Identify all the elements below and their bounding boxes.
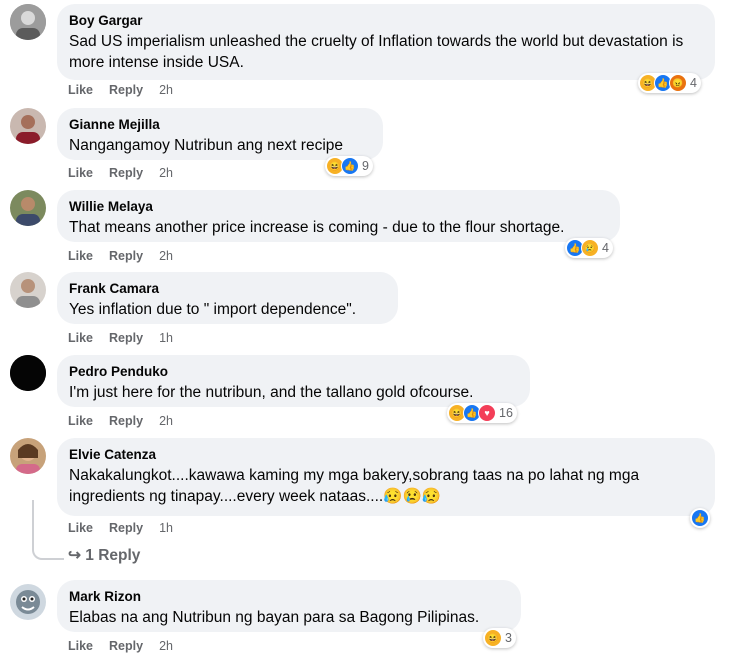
reply-button[interactable]: Reply	[109, 414, 143, 428]
avatar-image	[10, 438, 46, 474]
love-reaction-icon: ♥	[478, 404, 496, 422]
comment-bubble: Gianne Mejilla Nangangamoy Nutribun ang …	[57, 108, 383, 160]
reaction-count: 4	[690, 76, 697, 90]
comment-actions: Like Reply 2h	[68, 414, 173, 428]
commenter-name[interactable]: Pedro Penduko	[69, 363, 518, 380]
timestamp[interactable]: 2h	[159, 414, 173, 428]
avatar-image	[10, 190, 46, 226]
avatar[interactable]	[10, 584, 46, 620]
avatar[interactable]	[10, 438, 46, 474]
commenter-name[interactable]: Willie Melaya	[69, 198, 608, 215]
comment-bubble: Mark Rizon Elabas na ang Nutribun ng bay…	[57, 580, 521, 632]
like-button[interactable]: Like	[68, 414, 93, 428]
avatar-image	[10, 355, 46, 391]
reply-thread-line	[32, 500, 64, 560]
timestamp[interactable]: 2h	[159, 249, 173, 263]
avatar-image	[10, 108, 46, 144]
reaction-count: 4	[602, 241, 609, 255]
reaction-summary[interactable]: 😆 👍 😠 4	[638, 73, 701, 93]
comment-actions: Like Reply 2h	[68, 166, 173, 180]
comment-text: Yes inflation due to " import dependence…	[69, 301, 357, 318]
reply-button[interactable]: Reply	[109, 521, 143, 535]
avatar-image	[10, 272, 46, 308]
timestamp[interactable]: 2h	[159, 166, 173, 180]
timestamp[interactable]: 2h	[159, 639, 173, 653]
angry-reaction-icon: 😠	[669, 74, 687, 92]
haha-reaction-icon: 😆	[484, 629, 502, 647]
comment-bubble: Pedro Penduko I'm just here for the nutr…	[57, 355, 530, 407]
timestamp[interactable]: 2h	[159, 83, 173, 97]
like-button[interactable]: Like	[68, 249, 93, 263]
like-button[interactable]: Like	[68, 83, 93, 97]
avatar[interactable]	[10, 4, 46, 40]
avatar[interactable]	[10, 272, 46, 308]
comment-text: I'm just here for the nutribun, and the …	[69, 384, 474, 401]
comment-bubble: Willie Melaya That means another price i…	[57, 190, 620, 242]
timestamp[interactable]: 1h	[159, 331, 173, 345]
like-button[interactable]: Like	[68, 331, 93, 345]
reaction-summary[interactable]: 😆 3	[483, 628, 516, 648]
timestamp[interactable]: 1h	[159, 521, 173, 535]
reaction-count: 3	[505, 631, 512, 645]
commenter-name[interactable]: Frank Camara	[69, 280, 386, 297]
avatar[interactable]	[10, 108, 46, 144]
comment-actions: Like Reply 1h	[68, 521, 173, 535]
reaction-summary[interactable]: 😆 👍 ♥ 16	[447, 403, 517, 423]
like-reaction-icon: 👍	[691, 509, 709, 527]
comment-text: Nakakalungkot....kawawa kaming my mga ba…	[69, 467, 640, 505]
like-button[interactable]: Like	[68, 166, 93, 180]
comment-actions: Like Reply 2h	[68, 83, 173, 97]
comment-bubble: Boy Gargar Sad US imperialism unleashed …	[57, 4, 715, 80]
reply-button[interactable]: Reply	[109, 331, 143, 345]
reaction-count: 16	[499, 406, 513, 420]
reply-button[interactable]: Reply	[109, 166, 143, 180]
reaction-summary[interactable]: 😆 👍 9	[325, 156, 373, 176]
like-button[interactable]: Like	[68, 639, 93, 653]
reaction-summary[interactable]: 👍 😢 4	[565, 238, 613, 258]
comment-bubble: Elvie Catenza Nakakalungkot....kawawa ka…	[57, 438, 715, 516]
commenter-name[interactable]: Elvie Catenza	[69, 446, 703, 463]
view-replies-link[interactable]: ↪ 1 Reply	[68, 546, 140, 565]
comment-text: Nangangamoy Nutribun ang next recipe	[69, 137, 344, 154]
comment-text: That means another price increase is com…	[69, 219, 565, 236]
reply-button[interactable]: Reply	[109, 83, 143, 97]
comment-actions: Like Reply 2h	[68, 639, 173, 653]
avatar[interactable]	[10, 190, 46, 226]
comment-actions: Like Reply 1h	[68, 331, 173, 345]
avatar[interactable]	[10, 355, 46, 391]
avatar-image	[10, 4, 46, 40]
avatar-image	[10, 584, 46, 620]
sad-reaction-icon: 😢	[581, 239, 599, 257]
like-reaction-icon: 👍	[341, 157, 359, 175]
commenter-name[interactable]: Boy Gargar	[69, 12, 703, 29]
reply-button[interactable]: Reply	[109, 639, 143, 653]
comment-text: Sad US imperialism unleashed the cruelty…	[69, 33, 684, 71]
like-button[interactable]: Like	[68, 521, 93, 535]
commenter-name[interactable]: Gianne Mejilla	[69, 116, 371, 133]
comment-bubble: Frank Camara Yes inflation due to " impo…	[57, 272, 398, 324]
comment-text: Elabas na ang Nutribun ng bayan para sa …	[69, 609, 480, 626]
reaction-count: 9	[362, 159, 369, 173]
reply-button[interactable]: Reply	[109, 249, 143, 263]
reaction-summary[interactable]: 👍	[690, 508, 710, 528]
commenter-name[interactable]: Mark Rizon	[69, 588, 509, 605]
comment-actions: Like Reply 2h	[68, 249, 173, 263]
